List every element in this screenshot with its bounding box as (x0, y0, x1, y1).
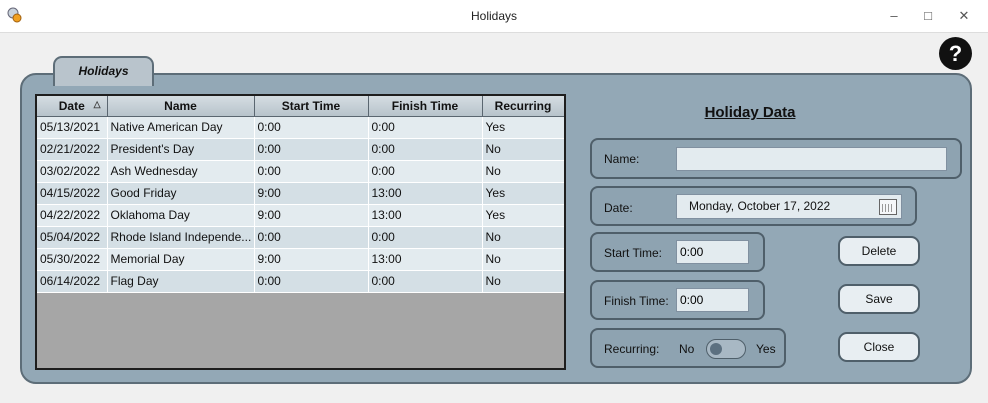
cell-recurring: No (482, 138, 564, 161)
recurring-no-label: No (679, 342, 695, 356)
tab-holidays[interactable]: Holidays (53, 56, 154, 86)
cell-finish-time: 0:00 (368, 138, 483, 161)
cell-date: 05/30/2022 (37, 248, 108, 271)
column-header-recurring[interactable]: Recurring (482, 96, 564, 117)
column-header-name[interactable]: Name (107, 96, 255, 117)
column-header-finish-time[interactable]: Finish Time (368, 96, 483, 117)
cell-recurring: No (482, 270, 564, 293)
start-time-input[interactable] (676, 240, 749, 264)
cell-recurring: Yes (482, 182, 564, 205)
finish-time-input[interactable] (676, 288, 749, 312)
cell-recurring: Yes (482, 116, 564, 139)
cell-name: Good Friday (107, 182, 255, 205)
cell-start-time: 9:00 (254, 248, 369, 271)
table-row[interactable]: 02/21/2022 President's Day 0:00 0:00 No (37, 138, 564, 161)
cell-finish-time: 13:00 (368, 204, 483, 227)
minimize-icon[interactable]: – (880, 6, 908, 26)
cell-start-time: 9:00 (254, 182, 369, 205)
cell-start-time: 0:00 (254, 270, 369, 293)
cell-finish-time: 0:00 (368, 270, 483, 293)
column-header-date[interactable]: Date △ (37, 96, 108, 117)
cell-start-time: 0:00 (254, 160, 369, 183)
name-input[interactable] (676, 147, 947, 171)
cell-recurring: No (482, 226, 564, 249)
cell-start-time: 9:00 (254, 204, 369, 227)
recurring-label: Recurring: (604, 342, 660, 356)
close-button[interactable]: Close (838, 332, 920, 362)
toggle-knob (710, 343, 722, 355)
cell-date: 03/02/2022 (37, 160, 108, 183)
recurring-toggle[interactable] (706, 339, 746, 359)
cell-date: 04/15/2022 (37, 182, 108, 205)
table-row[interactable]: 03/02/2022 Ash Wednesday 0:00 0:00 No (37, 160, 564, 183)
date-group: Date: Monday, October 17, 2022 (590, 186, 917, 226)
name-label: Name: (604, 152, 640, 166)
cell-name: Flag Day (107, 270, 255, 293)
cell-name: Memorial Day (107, 248, 255, 271)
close-window-icon[interactable]: ✕ (950, 6, 978, 26)
cell-recurring: No (482, 248, 564, 271)
title-bar: Holidays – □ ✕ (0, 0, 988, 32)
cell-date: 04/22/2022 (37, 204, 108, 227)
save-button[interactable]: Save (838, 284, 920, 314)
cell-name: Rhode Island Independe... (107, 226, 255, 249)
recurring-group: Recurring: No Yes (590, 328, 786, 368)
cell-recurring: No (482, 160, 564, 183)
maximize-icon[interactable]: □ (914, 6, 942, 26)
grid-header-row: Date △ Name Start Time Finish Time Recurr… (37, 96, 564, 117)
cell-start-time: 0:00 (254, 138, 369, 161)
recurring-yes-label: Yes (756, 342, 776, 356)
cell-name: Ash Wednesday (107, 160, 255, 183)
cell-recurring: Yes (482, 204, 564, 227)
finish-time-group: Finish Time: (590, 280, 765, 320)
cell-name: Oklahoma Day (107, 204, 255, 227)
table-row[interactable]: 04/22/2022 Oklahoma Day 9:00 13:00 Yes (37, 204, 564, 227)
date-picker[interactable]: Monday, October 17, 2022 (676, 194, 902, 219)
table-row[interactable]: 05/30/2022 Memorial Day 9:00 13:00 No (37, 248, 564, 271)
table-row[interactable]: 05/13/2021 Native American Day 0:00 0:00 Yes (37, 116, 564, 139)
form-heading: Holiday Data (704, 104, 796, 121)
table-row[interactable]: 04/15/2022 Good Friday 9:00 13:00 Yes (37, 182, 564, 205)
start-time-group: Start Time: (590, 232, 765, 272)
cell-start-time: 0:00 (254, 226, 369, 249)
table-row[interactable]: 05/04/2022 Rhode Island Independe... 0:00 0… (37, 226, 564, 249)
start-time-label: Start Time: (604, 246, 663, 260)
help-icon[interactable]: ? (939, 37, 972, 70)
cell-finish-time: 0:00 (368, 116, 483, 139)
cell-date: 06/14/2022 (37, 270, 108, 293)
cell-finish-time: 13:00 (368, 248, 483, 271)
cell-finish-time: 13:00 (368, 182, 483, 205)
cell-finish-time: 0:00 (368, 160, 483, 183)
sort-ascending-icon: △ (93, 99, 101, 109)
table-row[interactable]: 06/14/2022 Flag Day 0:00 0:00 No (37, 270, 564, 293)
cell-name: President's Day (107, 138, 255, 161)
cell-name: Native American Day (107, 116, 255, 139)
name-group: Name: (590, 138, 962, 179)
finish-time-label: Finish Time: (604, 294, 669, 308)
delete-button[interactable]: Delete (838, 236, 920, 266)
date-label: Date: (604, 201, 633, 215)
cell-date: 05/04/2022 (37, 226, 108, 249)
holidays-grid[interactable]: Date △ Name Start Time Finish Time Recurr… (35, 94, 566, 370)
cell-date: 02/21/2022 (37, 138, 108, 161)
window-title: Holidays (470, 9, 518, 23)
column-header-start-time[interactable]: Start Time (254, 96, 369, 117)
cell-finish-time: 0:00 (368, 226, 483, 249)
date-value: Monday, October 17, 2022 (689, 199, 831, 213)
cell-date: 05/13/2021 (37, 116, 108, 139)
cell-start-time: 0:00 (254, 116, 369, 139)
calendar-icon[interactable] (879, 199, 897, 215)
